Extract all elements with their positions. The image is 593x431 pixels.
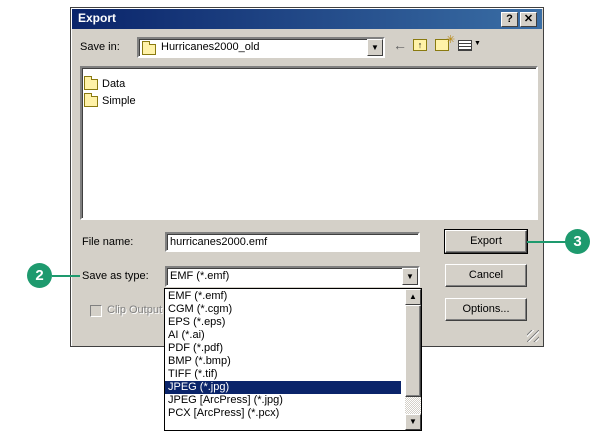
folder-name: Data bbox=[102, 78, 126, 90]
open-folder-icon bbox=[142, 41, 156, 55]
save-in-label: Save in: bbox=[80, 41, 120, 53]
title-bar[interactable] bbox=[72, 9, 542, 29]
save-as-type-label: Save as type: bbox=[82, 270, 149, 282]
view-menu-arrow-icon[interactable]: ▼ bbox=[474, 40, 481, 47]
file-name-value: hurricanes2000.emf bbox=[170, 236, 268, 248]
file-name-label: File name: bbox=[82, 236, 134, 248]
save-in-value: Hurricanes2000_old bbox=[161, 41, 260, 53]
new-folder-star-icon: ✳ bbox=[446, 34, 456, 46]
back-arrow-icon[interactable]: ← bbox=[393, 37, 407, 53]
up-one-level-icon[interactable]: ↑ bbox=[413, 39, 427, 51]
close-button[interactable]: ✕ bbox=[520, 12, 537, 27]
resize-grip-icon[interactable] bbox=[527, 330, 539, 342]
save-in-dropdown-arrow[interactable]: ▼ bbox=[367, 39, 383, 56]
view-menu-icon[interactable] bbox=[458, 40, 472, 51]
callout-line-3 bbox=[527, 241, 567, 243]
list-option[interactable]: PCX [ArcPress] (*.pcx) bbox=[165, 407, 401, 420]
scroll-down-arrow[interactable]: ▼ bbox=[405, 414, 421, 430]
save-as-type-dropdown-list[interactable]: EMF (*.emf) CGM (*.cgm) EPS (*.eps) AI (… bbox=[164, 288, 422, 431]
scroll-up-arrow[interactable]: ▲ bbox=[405, 289, 421, 305]
save-as-type-dropdown-arrow[interactable]: ▼ bbox=[402, 268, 418, 285]
scroll-thumb[interactable] bbox=[405, 305, 421, 397]
save-in-combobox[interactable]: Hurricanes2000_old ▼ bbox=[137, 37, 385, 58]
clip-output-checkbox[interactable] bbox=[90, 305, 102, 317]
file-name-input[interactable]: hurricanes2000.emf bbox=[165, 232, 420, 252]
list-option[interactable]: CGM (*.cgm) bbox=[165, 303, 401, 316]
list-option[interactable]: JPEG [ArcPress] (*.jpg) bbox=[165, 394, 401, 407]
list-option[interactable]: PDF (*.pdf) bbox=[165, 342, 401, 355]
list-option[interactable]: EMF (*.emf) bbox=[165, 290, 401, 303]
export-button[interactable]: Export bbox=[444, 229, 528, 254]
callout-step-2: 2 bbox=[27, 263, 52, 288]
folder-icon bbox=[84, 93, 98, 107]
list-item[interactable]: Data bbox=[84, 76, 184, 92]
save-as-type-combobox[interactable]: EMF (*.emf) ▼ bbox=[165, 266, 420, 287]
help-button[interactable]: ? bbox=[501, 12, 518, 27]
list-option[interactable]: TIFF (*.tif) bbox=[165, 368, 401, 381]
list-option-selected[interactable]: JPEG (*.jpg) bbox=[165, 381, 401, 394]
cancel-button[interactable]: Cancel bbox=[445, 264, 527, 287]
list-item[interactable]: Simple bbox=[84, 93, 184, 109]
folder-icon bbox=[84, 76, 98, 90]
file-list[interactable]: Data Simple bbox=[80, 66, 538, 220]
list-option[interactable]: BMP (*.bmp) bbox=[165, 355, 401, 368]
dropdown-scrollbar[interactable]: ▲ ▼ bbox=[405, 289, 421, 430]
clip-output-label: Clip Output bbox=[107, 304, 163, 316]
list-option[interactable]: AI (*.ai) bbox=[165, 329, 401, 342]
list-option[interactable]: EPS (*.eps) bbox=[165, 316, 401, 329]
callout-step-3: 3 bbox=[565, 229, 590, 254]
callout-line-2 bbox=[52, 275, 80, 277]
save-as-type-value: EMF (*.emf) bbox=[170, 270, 230, 282]
folder-name: Simple bbox=[102, 95, 136, 107]
dialog-title: Export bbox=[78, 11, 117, 25]
options-button[interactable]: Options... bbox=[445, 298, 527, 321]
